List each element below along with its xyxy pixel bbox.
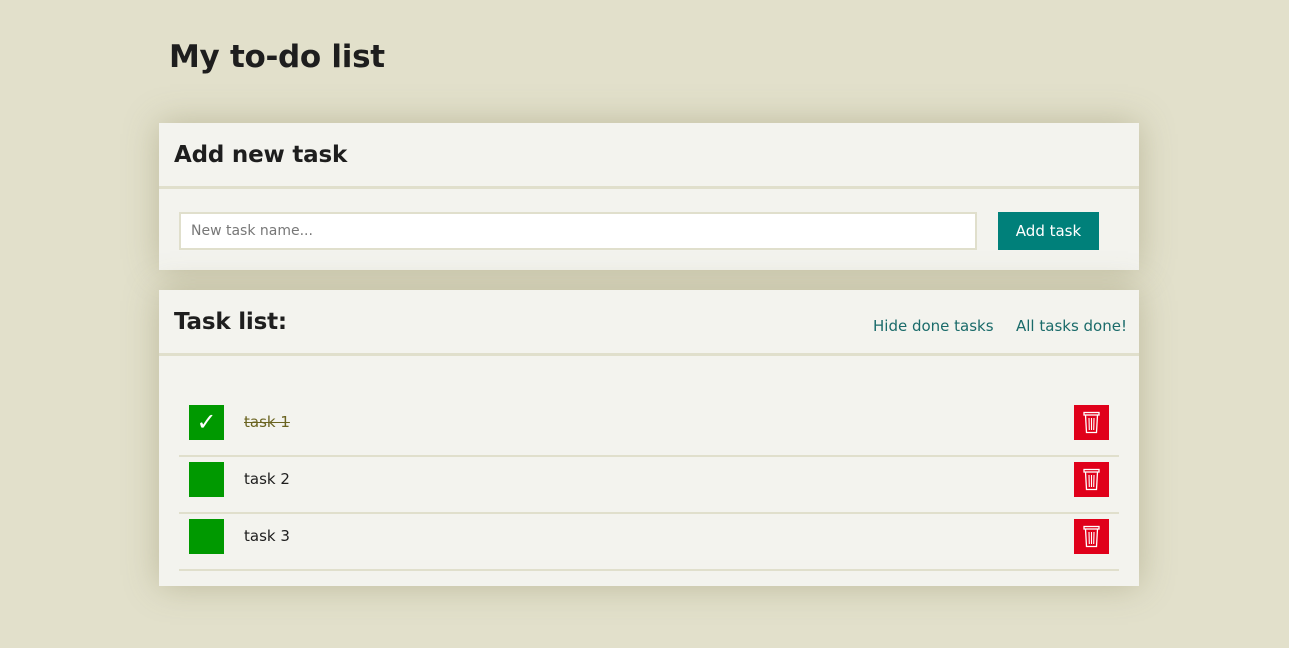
delete-task-button[interactable] xyxy=(1074,519,1109,554)
all-tasks-done-link[interactable]: All tasks done! xyxy=(1016,317,1127,335)
task-name: task 2 xyxy=(244,470,290,488)
task-list: ✓ task 1 task 2 task 3 xyxy=(179,400,1119,571)
trash-icon xyxy=(1083,525,1100,548)
task-name: task 1 xyxy=(244,413,290,431)
page-title: My to-do list xyxy=(169,39,385,75)
task-checkbox[interactable] xyxy=(189,462,224,497)
add-task-card: Add new task Add task xyxy=(159,123,1139,270)
delete-task-button[interactable] xyxy=(1074,462,1109,497)
add-task-title: Add new task xyxy=(174,142,348,168)
trash-icon xyxy=(1083,468,1100,491)
task-checkbox[interactable]: ✓ xyxy=(189,405,224,440)
checkmark-icon: ✓ xyxy=(196,408,217,436)
task-name: task 3 xyxy=(244,527,290,545)
task-list-title: Task list: xyxy=(174,309,287,335)
task-row: ✓ task 1 xyxy=(179,400,1119,457)
delete-task-button[interactable] xyxy=(1074,405,1109,440)
new-task-input[interactable] xyxy=(179,212,977,250)
task-list-header: Task list: Hide done tasks All tasks don… xyxy=(159,290,1139,356)
task-row: task 2 xyxy=(179,457,1119,514)
hide-done-tasks-link[interactable]: Hide done tasks xyxy=(873,317,994,335)
task-list-card: Task list: Hide done tasks All tasks don… xyxy=(159,290,1139,586)
add-task-header: Add new task xyxy=(159,123,1139,189)
add-task-button[interactable]: Add task xyxy=(998,212,1099,250)
task-row: task 3 xyxy=(179,514,1119,571)
trash-icon xyxy=(1083,411,1100,434)
task-checkbox[interactable] xyxy=(189,519,224,554)
